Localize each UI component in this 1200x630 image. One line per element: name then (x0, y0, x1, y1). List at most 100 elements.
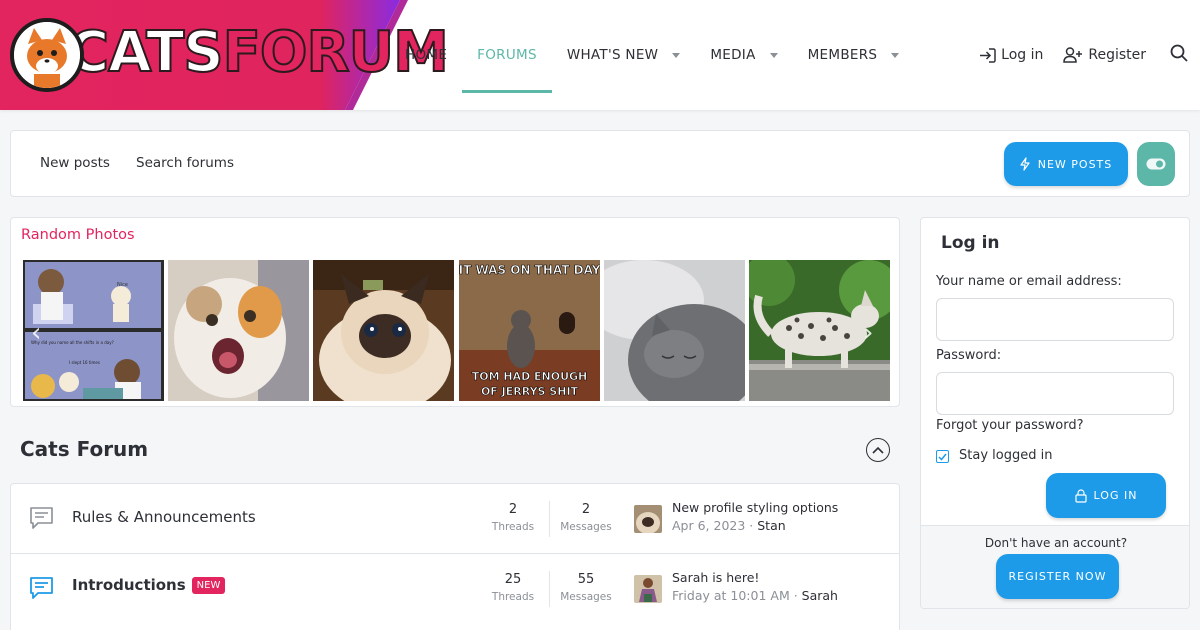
avatar[interactable] (634, 575, 662, 603)
stat-divider (549, 571, 550, 607)
register-footer: Don't have an account? REGISTER NOW (921, 525, 1189, 608)
nav-media-label: MEDIA (710, 47, 756, 63)
toggle-icon (1146, 158, 1166, 170)
photo-caption: TOM HAD ENOUGH (472, 370, 588, 383)
photo-thumbnail[interactable] (313, 260, 454, 401)
username-input[interactable] (936, 298, 1174, 341)
last-post-date[interactable]: Apr 6, 2023 (672, 518, 745, 533)
nav-forums[interactable]: FORUMS (462, 0, 552, 110)
header-actions: Log in Register (979, 0, 1200, 110)
collapse-section-button[interactable] (866, 438, 890, 462)
threads-count: 25 (504, 572, 522, 587)
login-widget: Log in Your name or email address: Passw… (920, 217, 1190, 609)
forum-row[interactable]: Introductions NEW 25 Threads 55 Messages … (11, 553, 899, 622)
last-post-meta: Friday at 10:01 AM · Sarah (672, 588, 838, 603)
nav-members-label: MEMBERS (807, 47, 878, 63)
no-account-text: Don't have an account? (984, 536, 1128, 550)
stay-logged-in-checkbox[interactable] (936, 450, 949, 463)
login-title: Log in (941, 233, 1000, 253)
photo-caption: Why did you name all the shifts in a day… (31, 340, 114, 345)
avatar[interactable] (634, 505, 662, 533)
last-post-title-link[interactable]: Sarah is here! (672, 570, 759, 585)
stat-divider (549, 501, 550, 537)
threads-label: Threads (491, 591, 535, 603)
forum-messages-stat: 55 Messages (551, 572, 621, 603)
style-toggle-button[interactable] (1137, 142, 1175, 186)
random-photos-widget: Random Photos Nice Why did you name all … (10, 217, 900, 407)
forum-messages-stat: 2 Messages (551, 502, 621, 533)
chevron-down-icon[interactable] (891, 52, 900, 58)
register-button-label: REGISTER NOW (1008, 570, 1107, 583)
messages-count: 55 (577, 572, 595, 587)
section-title: Cats Forum (20, 437, 149, 461)
last-post-user[interactable]: Stan (757, 518, 785, 533)
lock-icon (1074, 488, 1087, 503)
nav-forums-label: FORUMS (477, 47, 537, 63)
nav-whats-new[interactable]: WHAT'S NEW (552, 0, 695, 110)
forum-list: Rules & Announcements 2 Threads 2 Messag… (10, 483, 900, 630)
login-button[interactable]: LOG IN (1046, 473, 1166, 518)
last-post-date[interactable]: Friday at 10:01 AM (672, 588, 790, 603)
nav-whats-new-label: WHAT'S NEW (566, 47, 659, 63)
photo-caption: IT WAS ON THAT DAY (459, 263, 600, 277)
header-login-link[interactable]: Log in (979, 47, 1043, 63)
new-posts-link[interactable]: New posts (40, 155, 110, 171)
main-nav: HOME FORUMS WHAT'S NEW MEDIA MEMBERS (390, 0, 914, 110)
site-logo[interactable]: CATSFORUM (0, 0, 450, 110)
forum-threads-stat: 2 Threads (478, 502, 548, 533)
nav-members[interactable]: MEMBERS (793, 0, 915, 110)
password-input[interactable] (936, 372, 1174, 415)
threads-count: 2 (508, 502, 518, 517)
forum-threads-stat: 25 Threads (478, 572, 548, 603)
forum-title-text: Introductions (72, 576, 186, 594)
sub-nav-bar: New posts Search forums NEW POSTS (10, 130, 1190, 197)
photo-thumbnail[interactable]: IT WAS ON THAT DAY TOM HAD ENOUGH OF JER… (459, 260, 600, 401)
username-label: Your name or email address: (936, 274, 1122, 289)
messages-count: 2 (581, 502, 591, 517)
photo-thumbnail[interactable] (168, 260, 309, 401)
photo-caption: OF JERRYS SHIT (481, 385, 579, 398)
chevron-down-icon[interactable] (769, 52, 778, 58)
forgot-password-link[interactable]: Forgot your password? (936, 418, 1084, 433)
messages-label: Messages (560, 591, 612, 603)
new-posts-button-label: NEW POSTS (1037, 157, 1113, 171)
bolt-icon (1020, 157, 1030, 171)
sign-in-icon (980, 47, 996, 63)
header-search-button[interactable] (1170, 44, 1188, 66)
last-post-meta: Apr 6, 2023 · Stan (672, 518, 786, 533)
forum-read-icon (29, 506, 54, 534)
messages-label: Messages (560, 521, 612, 533)
forum-row[interactable]: Rules & Announcements 2 Threads 2 Messag… (11, 484, 899, 553)
user-plus-icon (1063, 47, 1083, 63)
check-icon (938, 453, 947, 461)
nav-home-label: HOME (405, 47, 448, 63)
header-register-link[interactable]: Register (1063, 47, 1146, 63)
site-header: CATSFORUM HOME FORUMS WHAT'S NEW MEDIA M… (0, 0, 1200, 110)
carousel-prev-icon[interactable]: ‹ (31, 318, 41, 348)
nav-home[interactable]: HOME (390, 0, 462, 110)
new-posts-button[interactable]: NEW POSTS (1004, 142, 1128, 186)
threads-label: Threads (491, 521, 535, 533)
photo-caption: I slept 16 times (69, 360, 100, 365)
photo-thumbnail[interactable] (604, 260, 745, 401)
forum-title-link[interactable]: Rules & Announcements (72, 508, 256, 526)
password-label: Password: (936, 348, 1002, 363)
nav-media[interactable]: MEDIA (695, 0, 792, 110)
search-icon (1170, 44, 1188, 62)
chevron-up-icon (872, 446, 884, 454)
photo-thumbnail[interactable]: Nice Why did you name all the shifts in … (23, 260, 164, 401)
new-badge: NEW (191, 577, 226, 594)
search-forums-link[interactable]: Search forums (136, 155, 234, 171)
login-button-label: LOG IN (1093, 489, 1138, 502)
stay-logged-in-label[interactable]: Stay logged in (959, 448, 1052, 463)
carousel-next-icon[interactable]: › (863, 318, 873, 348)
header-register-label: Register (1088, 47, 1146, 63)
last-post-title-link[interactable]: New profile styling options (672, 500, 838, 515)
last-post-user[interactable]: Sarah (802, 588, 838, 603)
register-now-button[interactable]: REGISTER NOW (996, 554, 1119, 599)
forum-title-link[interactable]: Introductions NEW (72, 576, 226, 594)
photo-caption: Nice (117, 282, 128, 288)
chevron-down-icon[interactable] (672, 52, 681, 58)
forum-unread-icon (29, 576, 54, 604)
random-photos-title: Random Photos (21, 227, 135, 243)
